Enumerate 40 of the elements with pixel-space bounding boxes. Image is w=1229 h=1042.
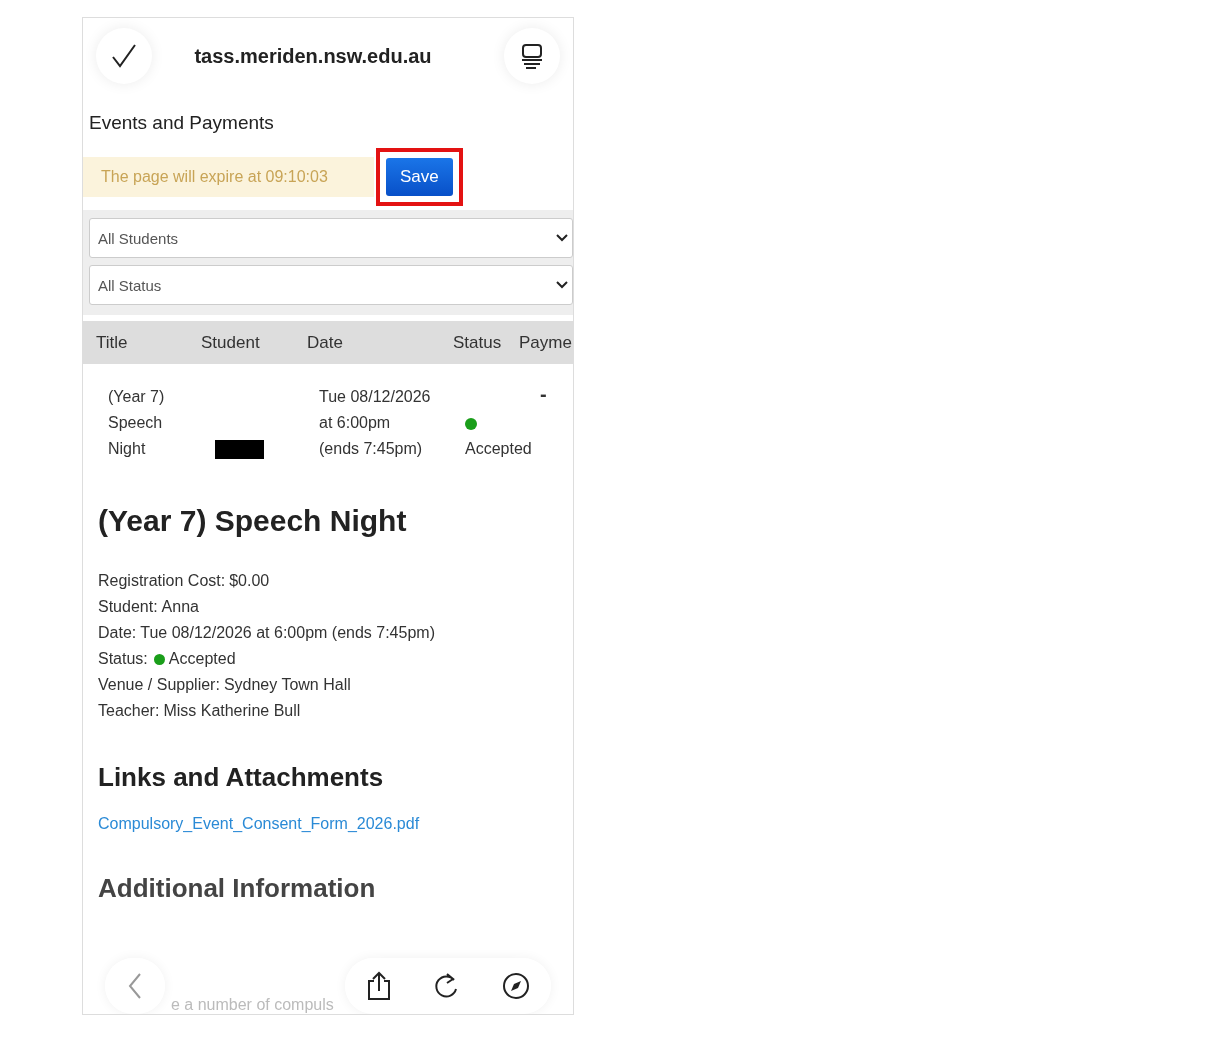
column-header: Status xyxy=(453,332,503,353)
column-header: Title xyxy=(96,332,129,353)
body-text: e a number of compuls xyxy=(171,996,334,1014)
section-heading: Links and Attachments xyxy=(98,762,385,793)
field-label: Registration Cost: xyxy=(98,571,226,591)
back-icon xyxy=(128,973,142,999)
reload-icon[interactable] xyxy=(434,972,460,1000)
field-value: Miss Katherine Bull xyxy=(163,701,301,721)
filter-dropdown[interactable]: All Students xyxy=(89,218,573,258)
expiry-notice: The page will expire at 09:10:03 xyxy=(83,157,374,197)
table-cell-text: - xyxy=(539,384,548,404)
field-value: $0.00 xyxy=(229,571,270,591)
field-label: Date: xyxy=(98,623,137,643)
field-label: Student: xyxy=(98,597,158,617)
field-value: Sydney Town Hall xyxy=(223,675,351,695)
status-text: Accepted xyxy=(465,439,532,459)
page-title: Events and Payments xyxy=(88,111,275,134)
chevron-down-icon xyxy=(556,281,568,289)
table-cell-text: (Year 7) Speech Night xyxy=(107,387,166,459)
compass-icon[interactable] xyxy=(502,972,530,1000)
attachment-link[interactable]: Compulsory_Event_Consent_Form_2026.pdf xyxy=(98,815,420,833)
chevron-down-icon xyxy=(556,234,568,242)
column-header: Date xyxy=(307,332,344,353)
table-cell-text: Tue 08/12/2026 at 6:00pm (ends 7:45pm) xyxy=(318,387,431,459)
filter-dropdown[interactable]: All Status xyxy=(89,265,573,305)
share-icon[interactable] xyxy=(366,971,392,1001)
field-value: Accepted xyxy=(168,649,236,669)
field-value: Anna xyxy=(161,597,199,617)
field-label: Teacher: xyxy=(98,701,160,721)
tabs-icon xyxy=(520,43,544,69)
save-button[interactable]: Save xyxy=(386,158,453,196)
address-text[interactable]: tass.meriden.nsw.edu.au xyxy=(194,44,432,68)
field-label: Venue / Supplier: xyxy=(98,675,220,695)
field-label: Status: xyxy=(98,649,148,669)
section-heading: Additional Information xyxy=(98,873,377,904)
column-header: Student xyxy=(201,332,261,353)
field-value: Tue 08/12/2026 at 6:00pm (ends 7:45pm) xyxy=(140,623,435,643)
event-heading: (Year 7) Speech Night xyxy=(98,504,408,538)
checkmark-icon xyxy=(111,43,137,69)
column-header: Payme xyxy=(519,332,573,353)
